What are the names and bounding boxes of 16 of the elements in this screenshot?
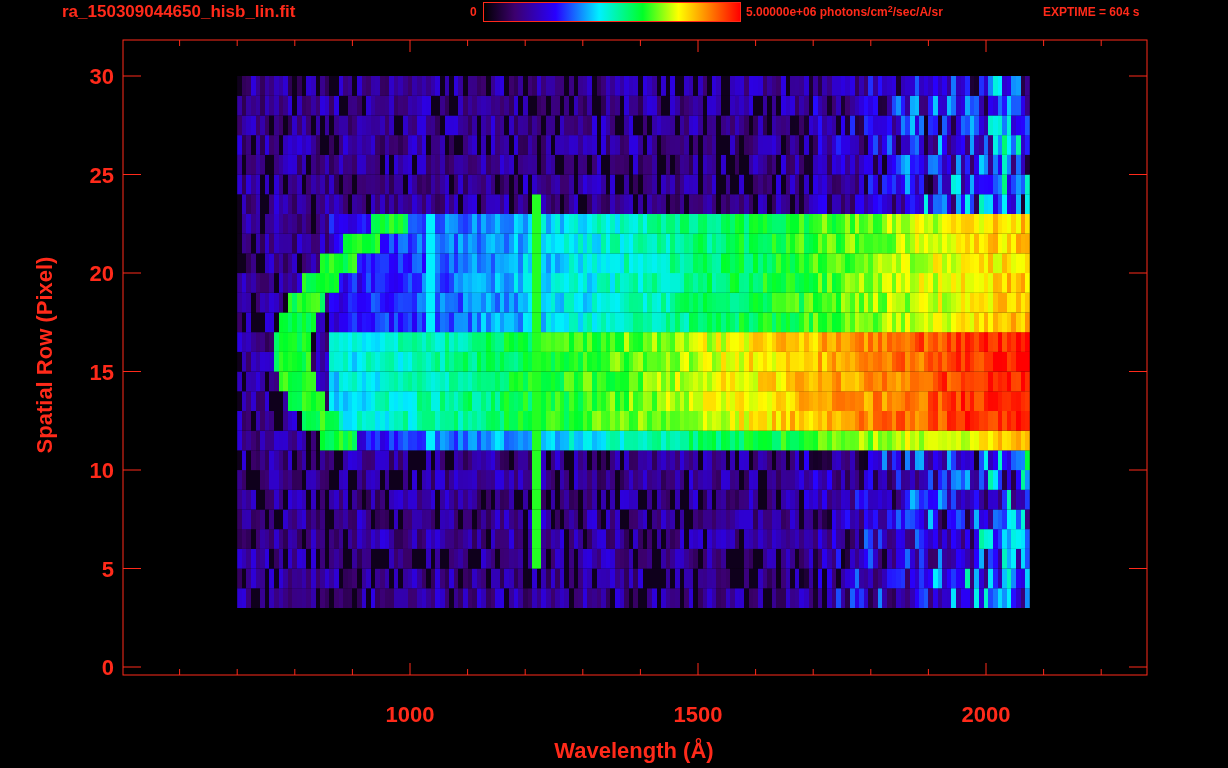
y-tick-label: 15: [89, 359, 114, 385]
y-tick-label: 30: [89, 64, 114, 89]
colorbar-min-label: 0: [470, 4, 478, 21]
exposure-time: EXPTIME = 604 s: [1043, 4, 1140, 21]
x-tick-label: 1500: [673, 702, 723, 727]
x-axis-title: Wavelength (Å): [554, 738, 714, 763]
x-tick-label: 2000: [961, 702, 1011, 727]
y-axis-title: Spatial Row (Pixel): [32, 256, 57, 454]
x-tick-label: 1000: [385, 702, 435, 727]
file-name: ra_150309044650_hisb_lin.fit: [62, 1, 297, 24]
y-tick-label: 0: [101, 655, 114, 680]
colorbar-max-label: 5.00000e+06 photons/cm$^{2}$/sec/A/sr: [746, 3, 944, 21]
y-tick-label: 5: [101, 556, 114, 582]
y-tick-label: 10: [89, 458, 114, 483]
y-tick-label: 20: [89, 261, 114, 286]
y-tick-label: 25: [89, 162, 114, 188]
